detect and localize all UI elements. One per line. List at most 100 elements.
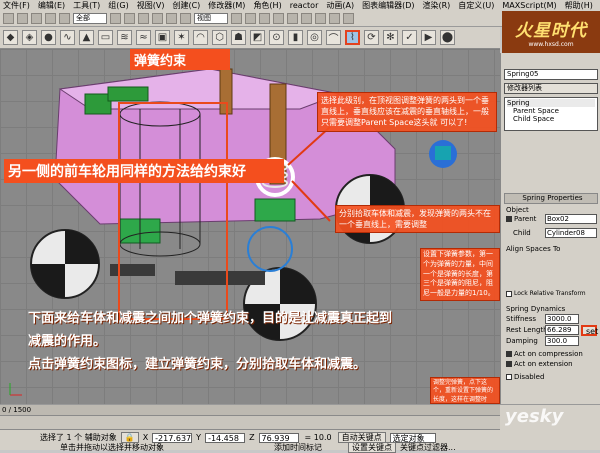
disabled-checkbox[interactable]	[506, 374, 512, 380]
selection-filter-dropdown[interactable]: 全部	[73, 13, 107, 24]
point-to-path-icon[interactable]: ⌒	[326, 30, 341, 45]
lock-transform-row: Lock Relative Transform	[506, 290, 586, 297]
z-coord-field[interactable]: 76.939	[258, 432, 299, 443]
deforming-mesh-icon[interactable]: ▲	[79, 30, 94, 45]
align-icon[interactable]	[259, 13, 270, 24]
hint-text: 单击并拖动以选择并移动对象	[60, 443, 164, 452]
select-icon[interactable]	[110, 13, 121, 24]
cloth-icon[interactable]: ◈	[22, 30, 37, 45]
region-select-icon[interactable]	[138, 13, 149, 24]
create-animation-icon[interactable]: ⬤	[440, 30, 455, 45]
menu-item[interactable]: reactor	[290, 1, 319, 10]
damping-label: Damping	[506, 337, 538, 345]
render-setup-icon[interactable]	[329, 13, 340, 24]
rigid-body-icon[interactable]: ◆	[3, 30, 18, 45]
rag-doll-icon[interactable]: ☗	[231, 30, 246, 45]
redo-icon[interactable]	[17, 13, 28, 24]
x-coord-field[interactable]: -217.637	[152, 432, 193, 443]
modifier-list-dropdown[interactable]: 修改器列表	[504, 83, 598, 94]
rest-length-input[interactable]: 66.289	[545, 325, 579, 335]
menu-item[interactable]: 编辑(E)	[38, 0, 65, 11]
motor-icon[interactable]: ⟳	[364, 30, 379, 45]
lock-transform-checkbox[interactable]	[506, 290, 512, 297]
object-name-field[interactable]: Spring05	[504, 69, 598, 80]
curve-editor-icon[interactable]	[287, 13, 298, 24]
grid-size: = 10.0	[302, 432, 334, 443]
site-logo: 火星时代 www.hxsd.com	[502, 11, 600, 53]
select-by-name-icon[interactable]	[124, 13, 135, 24]
y-coord-field[interactable]: -14.458	[205, 432, 246, 443]
pivot-icon[interactable]	[231, 13, 242, 24]
soft-body-icon[interactable]: ●	[41, 30, 56, 45]
stack-item-parent-space[interactable]: Parent Space	[507, 107, 595, 115]
damping-input[interactable]: 300.0	[545, 336, 579, 346]
act-compression-row: Act on compression	[506, 350, 583, 358]
analyze-world-icon[interactable]: ✓	[402, 30, 417, 45]
spring-icon[interactable]: ≋	[117, 30, 132, 45]
child-pick-button[interactable]: Cylinder08	[545, 228, 597, 238]
time-slider[interactable]: 0 / 1500	[0, 405, 500, 416]
set-rest-length-button[interactable]: set	[581, 325, 598, 336]
rotate-icon[interactable]	[166, 13, 177, 24]
menu-item[interactable]: 文件(F)	[3, 0, 30, 11]
stiffness-input[interactable]: 3000.0	[545, 314, 579, 324]
modifier-stack[interactable]: Spring Parent Space Child Space	[504, 97, 598, 131]
menu-item[interactable]: 创建(C)	[172, 0, 200, 11]
parent-pick-button[interactable]: Box02	[545, 214, 597, 224]
key-filters-button[interactable]: 关键点过滤器...	[400, 442, 456, 453]
add-time-tag[interactable]: 添加时间标记	[274, 442, 344, 453]
prismatic-icon[interactable]: ▮	[288, 30, 303, 45]
link-icon[interactable]	[31, 13, 42, 24]
render-icon[interactable]	[343, 13, 354, 24]
menu-item[interactable]: 帮助(H)	[565, 0, 593, 11]
menu-item[interactable]: 组(G)	[108, 0, 128, 11]
bind-space-warp-icon[interactable]	[59, 13, 70, 24]
selected-objects-dropdown[interactable]: 选定对象	[389, 432, 436, 443]
stack-item-spring[interactable]: Spring	[507, 99, 595, 107]
menu-item[interactable]: MAXScript(M)	[502, 1, 556, 10]
layer-icon[interactable]	[273, 13, 284, 24]
ref-coord-dropdown[interactable]: 视图	[194, 13, 228, 24]
car-wheel-icon[interactable]: ◎	[307, 30, 322, 45]
move-icon[interactable]	[152, 13, 163, 24]
act-compression-checkbox[interactable]	[506, 351, 512, 357]
menu-item[interactable]: 渲染(R)	[422, 0, 450, 11]
schematic-icon[interactable]	[301, 13, 312, 24]
track-bar[interactable]	[0, 416, 500, 430]
fan-icon[interactable]: ✻	[383, 30, 398, 45]
stack-item-child-space[interactable]: Child Space	[507, 115, 595, 123]
spring-constraint-icon[interactable]: ⌇	[345, 30, 360, 45]
unlink-icon[interactable]	[45, 13, 56, 24]
act-extension-checkbox[interactable]	[506, 361, 512, 367]
pick-note: 分别拾取车体和减震，发现弹簧的两头不在一个垂直线上，需要调整	[335, 205, 500, 234]
undo-icon[interactable]	[3, 13, 14, 24]
viewport-perspective[interactable]: 弹簧约束 选择此级别，在顶视图调整弹簧的两头到一个垂直线上，垂直线应该在减震的垂…	[0, 49, 500, 404]
act-extension-row: Act on extension	[506, 360, 573, 368]
scale-icon[interactable]	[180, 13, 191, 24]
menu-item[interactable]: 图表编辑器(D)	[362, 0, 414, 11]
plane-icon[interactable]: ▭	[98, 30, 113, 45]
parent-checkbox[interactable]	[506, 216, 512, 222]
toy-car-icon[interactable]: ▣	[155, 30, 170, 45]
menu-item[interactable]: 动画(A)	[326, 0, 354, 11]
point-to-point-icon[interactable]: ⊙	[269, 30, 284, 45]
constraint-solver-icon[interactable]: ⬡	[212, 30, 227, 45]
spring-properties-rollout[interactable]: Spring Properties	[504, 193, 598, 204]
hinge-icon[interactable]: ◩	[250, 30, 265, 45]
material-editor-icon[interactable]	[315, 13, 326, 24]
menu-item[interactable]: 自定义(U)	[458, 0, 494, 11]
water-icon[interactable]: ◠	[193, 30, 208, 45]
menu-item[interactable]: 修改器(M)	[208, 0, 245, 11]
preview-animation-icon[interactable]: ▶	[421, 30, 436, 45]
stiffness-label: Stiffness	[506, 315, 536, 323]
fracture-icon[interactable]: ✶	[174, 30, 189, 45]
wind-icon[interactable]: ≈	[136, 30, 151, 45]
menu-item[interactable]: 视图(V)	[137, 0, 165, 11]
frame-counter: 0 / 1500	[2, 406, 32, 414]
logo-url: www.hxsd.com	[528, 41, 574, 48]
menu-item[interactable]: 角色(H)	[253, 0, 281, 11]
rope-icon[interactable]: ∿	[60, 30, 75, 45]
mirror-icon[interactable]	[245, 13, 256, 24]
menu-item[interactable]: 工具(T)	[73, 0, 100, 11]
set-key-button[interactable]: 设置关键点	[348, 442, 396, 453]
